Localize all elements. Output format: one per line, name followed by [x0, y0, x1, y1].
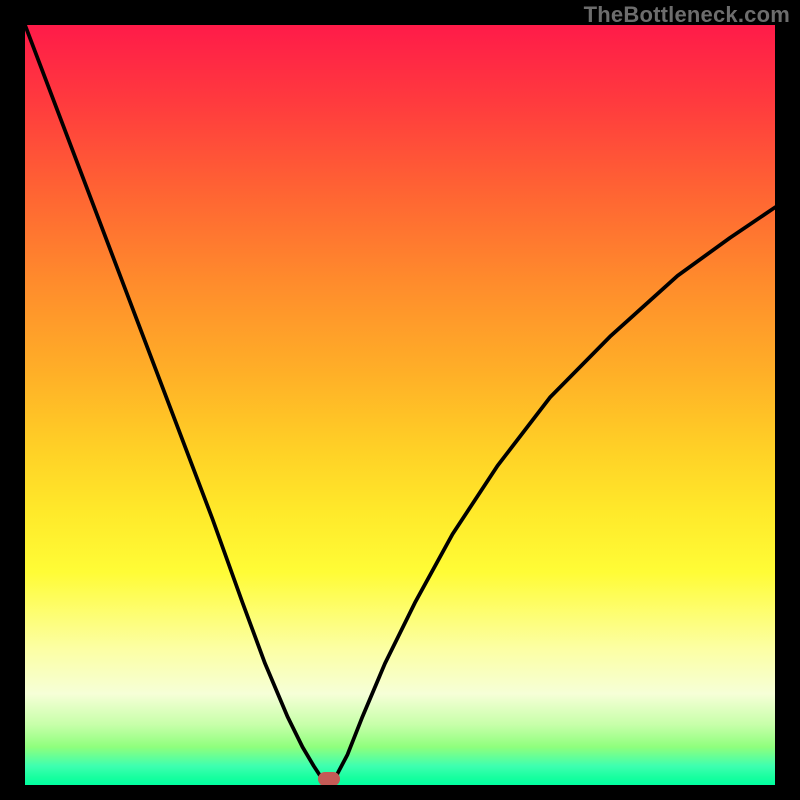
optimal-point-marker	[318, 772, 340, 785]
bottleneck-curve	[25, 25, 775, 785]
chart-frame: TheBottleneck.com	[0, 0, 800, 800]
plot-area	[25, 25, 775, 785]
watermark-text: TheBottleneck.com	[584, 2, 790, 28]
